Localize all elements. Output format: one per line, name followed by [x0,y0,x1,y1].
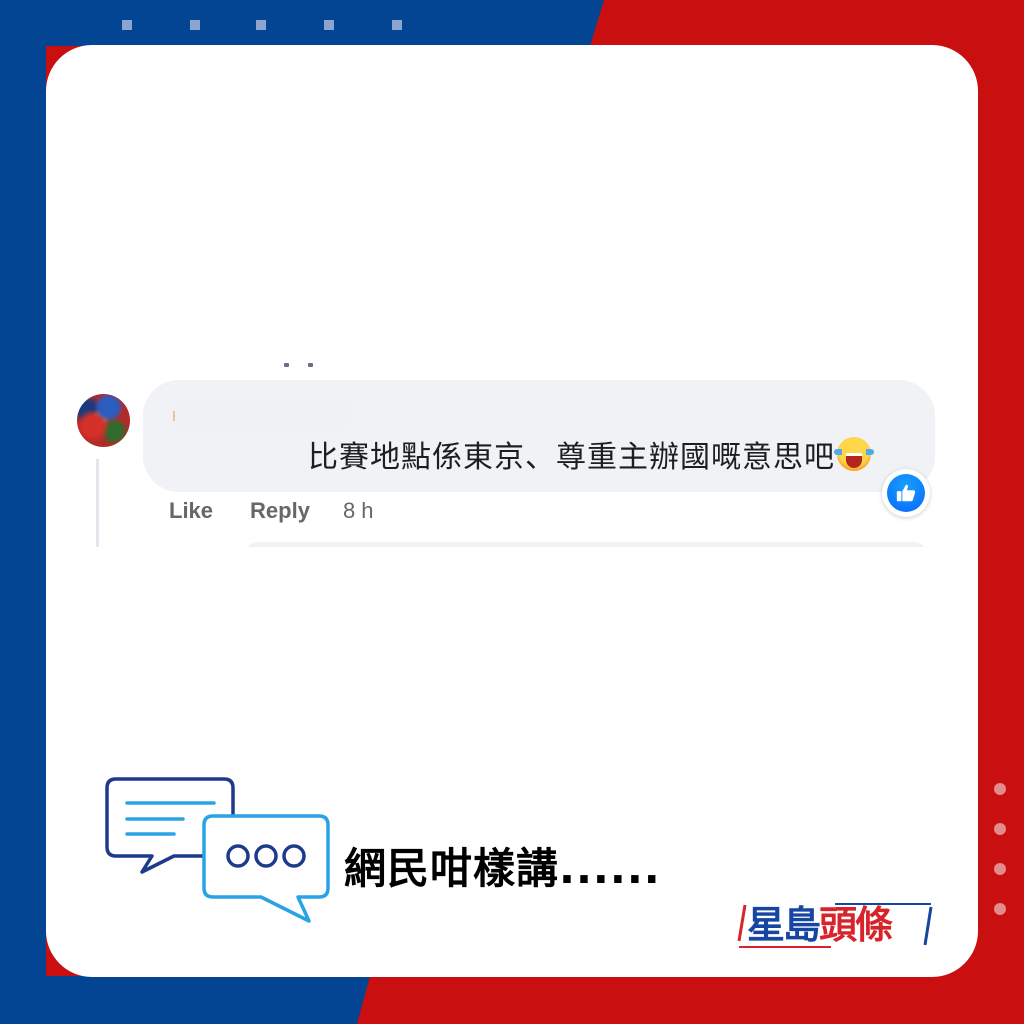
decorative-dot [994,863,1006,875]
decorative-dot [994,823,1006,835]
cropped-text-artifact [284,363,324,371]
logo-part-headline: 頭條 [819,903,893,947]
sing-tao-headline-logo: 星島頭條 [735,901,935,951]
commenter-avatar[interactable] [77,394,130,447]
decorative-dot [994,903,1006,915]
thumbs-up-icon [887,474,925,512]
decorative-dash [256,20,266,30]
comment-actions: Like Reply 8 h [169,498,374,524]
like-button[interactable]: Like [169,498,213,524]
chat-bubble-front [202,814,330,923]
reply-button[interactable]: Reply [250,498,310,524]
content-card: 比賽地點係東京、尊重主辦國嘅意思吧 Like Reply 8 h 網民咁樣講..… [46,45,978,977]
laughing-with-tears-emoji-icon [834,437,874,471]
logo-text: 星島頭條 [747,903,893,947]
thread-line [96,459,99,547]
crop-cover [236,547,936,567]
like-reaction-badge[interactable] [882,469,930,517]
comment-text: 比賽地點係東京、尊重主辦國嘅意思吧 [308,432,874,476]
comment-timestamp[interactable]: 8 h [343,498,374,524]
headline-text: 網民咁樣講...... [344,844,661,893]
decorative-dash [122,20,132,30]
background-blue-band-left [0,0,46,1024]
comment-text-content: 比賽地點係東京、尊重主辦國嘅意思吧 [308,440,835,475]
logo-part-sing-tao: 星島 [747,903,821,947]
commenter-name-redacted[interactable] [173,397,348,429]
decorative-dash [190,20,200,30]
decorative-dot [994,783,1006,795]
decorative-dash [392,20,402,30]
decorative-dash [324,20,334,30]
comment-bubble: 比賽地點係東京、尊重主辦國嘅意思吧 [143,380,935,492]
chat-bubbles-icon [105,777,330,923]
